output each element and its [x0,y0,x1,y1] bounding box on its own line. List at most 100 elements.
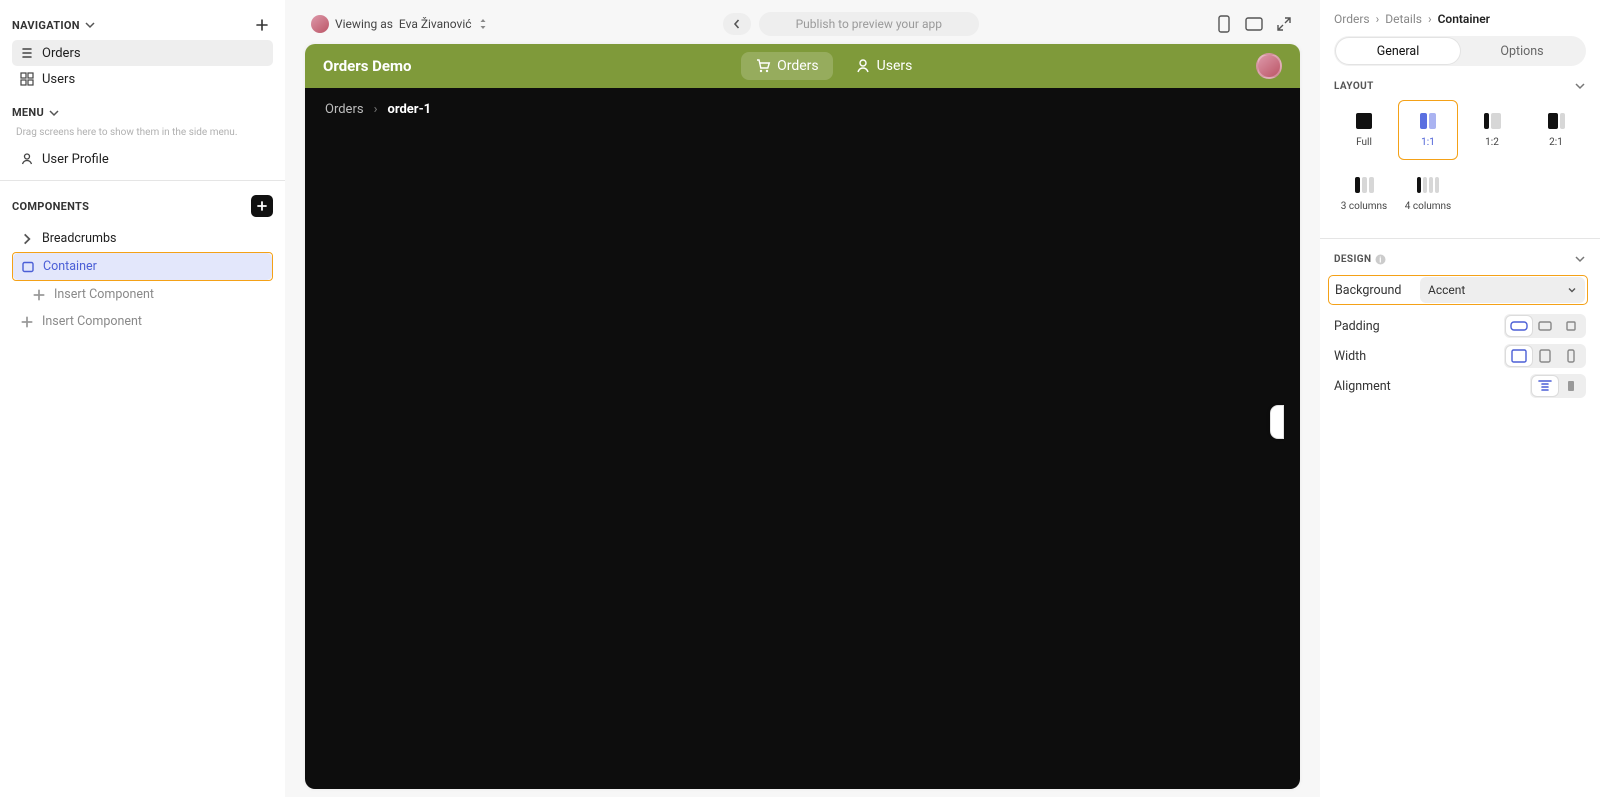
viewer-chip[interactable]: Viewing as Eva Živanović [311,15,488,33]
navigation-add-button[interactable] [251,14,273,36]
app-brand: Orders Demo [323,57,411,75]
preview-breadcrumbs: Orders › order-1 [325,102,1280,117]
preview-shell: Orders Demo Orders Users Orders › [305,44,1300,789]
chevron-down-icon [1574,253,1586,265]
viewer-name: Eva Živanović [399,17,472,31]
layout-options: Full 1:1 1:2 2:1 3 columns [1334,100,1586,224]
padding-row: Padding [1334,311,1586,341]
menu-section-title[interactable]: MENU [12,106,60,119]
user-icon [20,152,34,166]
container-icon [21,260,35,274]
layout-1-1[interactable]: 1:1 [1398,100,1458,160]
sort-icon [478,18,488,30]
component-container[interactable]: Container [13,253,272,280]
design-group-title[interactable]: DESIGN i [1334,239,1586,273]
alignment-label: Alignment [1334,379,1391,394]
width-row: Width [1334,341,1586,371]
components-add-button[interactable] [251,195,273,217]
plus-icon [32,288,46,302]
nav-link-users[interactable]: Users [841,52,927,80]
preview-navbar: Orders Demo Orders Users [305,44,1300,88]
padding-small[interactable] [1506,316,1532,336]
chevron-down-icon [84,19,96,31]
background-label: Background [1335,283,1401,298]
layout-full[interactable]: Full [1334,100,1394,160]
sidebar-item-orders[interactable]: Orders [12,40,273,66]
tree-item-label: Insert Component [42,314,142,329]
menu-hint: Drag screens here to show them in the si… [12,123,273,146]
layout-1-2[interactable]: 1:2 [1462,100,1522,160]
background-select[interactable]: Accent [1420,277,1585,303]
background-row: Background Accent [1328,275,1588,305]
width-label: Width [1334,349,1366,364]
list-icon [20,46,34,60]
crumb[interactable]: Orders [1334,12,1370,26]
tree-item-label: Breadcrumbs [42,231,117,246]
padding-toggle [1504,314,1586,338]
back-button[interactable] [723,13,751,35]
panel-breadcrumb: Orders › Details › Container [1334,12,1586,26]
grid-icon [20,72,34,86]
component-breadcrumbs[interactable]: Breadcrumbs [12,225,273,252]
sidebar-item-label: Orders [42,46,81,61]
cart-icon [755,58,771,74]
preview-column: Viewing as Eva Živanović Publish to prev… [285,0,1320,797]
alignment-row: Alignment [1334,371,1586,401]
crumb-root[interactable]: Orders [325,102,364,117]
align-center[interactable] [1558,376,1584,396]
sidebar-item-label: User Profile [42,152,109,167]
preview-body: Orders › order-1 [305,88,1300,789]
align-top[interactable] [1532,376,1558,396]
info-icon: i [1375,254,1386,265]
panel-tabs: General Options [1334,36,1586,66]
tree-item-label: Container [43,259,97,274]
crumb-leaf: order-1 [387,102,431,117]
divider [0,180,285,181]
mobile-preview-button[interactable] [1214,14,1234,34]
sidebar-item-users[interactable]: Users [12,66,273,92]
layout-4-columns[interactable]: 4 columns [1398,164,1458,224]
crumb[interactable]: Details [1385,12,1422,26]
width-toggle [1504,344,1586,368]
tree-item-label: Insert Component [54,287,154,302]
chevron-right-icon: › [374,102,378,117]
right-panel: Orders › Details › Container General Opt… [1320,0,1600,797]
chevron-left-icon [732,19,742,29]
layout-group-title[interactable]: LAYOUT [1334,66,1586,100]
navigation-section-title[interactable]: NAVIGATION [12,19,96,32]
tab-general[interactable]: General [1336,38,1460,64]
left-panel: NAVIGATION Orders Users MENU [0,0,285,797]
sidebar-item-user-profile[interactable]: User Profile [12,146,273,172]
chevron-right-icon: › [1428,12,1432,26]
width-narrow[interactable] [1558,346,1584,366]
chevron-down-icon [1567,285,1577,295]
chevron-right-icon: › [1376,12,1380,26]
plus-icon [20,315,34,329]
width-full[interactable] [1506,346,1532,366]
publish-pill[interactable]: Publish to preview your app [759,12,978,36]
viewer-avatar [311,15,329,33]
layout-3-columns[interactable]: 3 columns [1334,164,1394,224]
padding-large[interactable] [1558,316,1584,336]
tablet-preview-button[interactable] [1244,14,1264,34]
chevron-down-icon [1574,80,1586,92]
expand-button[interactable] [1274,14,1294,34]
components-section-title: COMPONENTS [12,200,89,213]
user-avatar[interactable] [1256,53,1282,79]
viewer-prefix: Viewing as [335,17,393,31]
layout-2-1[interactable]: 2:1 [1526,100,1586,160]
insert-component-2[interactable]: Insert Component [12,308,273,335]
crumb-current: Container [1438,12,1490,26]
width-medium[interactable] [1532,346,1558,366]
padding-label: Padding [1334,319,1380,334]
panel-collapse-handle[interactable] [1270,405,1284,439]
padding-medium[interactable] [1532,316,1558,336]
user-icon [855,58,871,74]
insert-component-1[interactable]: Insert Component [12,281,273,308]
preview-topbar: Viewing as Eva Živanović Publish to prev… [305,8,1300,40]
chevron-down-icon [48,107,60,119]
chevron-right-icon [20,232,34,246]
sidebar-item-label: Users [42,72,75,87]
tab-options[interactable]: Options [1460,38,1584,64]
nav-link-orders[interactable]: Orders [741,52,833,80]
